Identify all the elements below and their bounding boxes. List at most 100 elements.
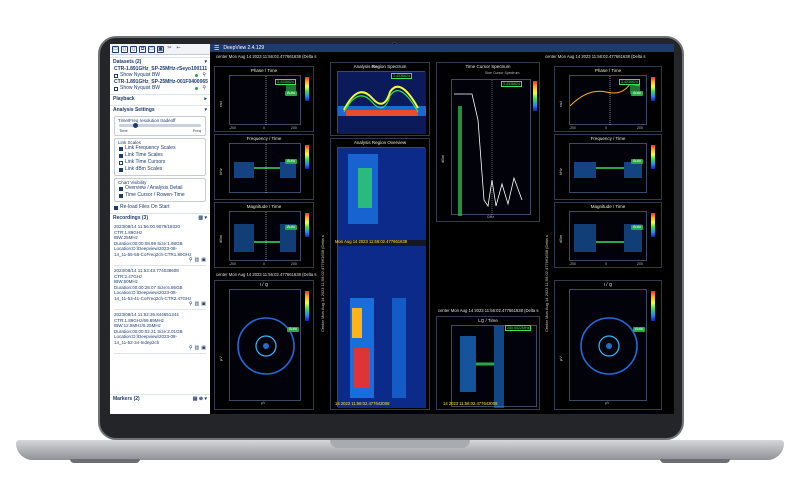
slider-thumb[interactable] [133,123,138,128]
folder-icon[interactable]: ▭ [112,45,119,53]
colorbar [533,81,537,111]
right-frequency-plot[interactable]: Frequency / Time Auto kHz [554,134,662,200]
tradeoff-slider[interactable] [119,123,201,128]
time-cursor-rowen-time[interactable]: Time Cursor / Rowen-Time [115,192,205,199]
folder-open-icon[interactable]: ▭ [148,45,155,53]
link-dbm-scales[interactable]: Link dBm Scales [115,166,205,173]
link-time-scales[interactable]: Link Time Scales [115,152,205,159]
search-icon[interactable]: ⚲ [189,345,193,351]
analysis-spectrum-plot[interactable]: Analysis Region Spectrum 3.4336624 GHz [330,62,430,136]
overview-analysis-detail[interactable]: Overview / Analysis Detail [115,185,205,192]
plot-area[interactable] [569,289,647,401]
value-badge: 3.4336624 [501,81,522,87]
app-title: DeepView 2.4.129 [223,45,265,51]
laptop-foot-right [660,459,730,463]
value-badge: 3.4336624 [391,73,412,79]
lq-trace [460,326,504,408]
delete-icon[interactable]: ▣ [201,301,206,307]
colorbar [651,291,655,321]
cursor-spectrum-trace [454,80,523,216]
checkbox[interactable] [119,193,123,198]
plot-area[interactable] [451,325,537,408]
cut-icon[interactable]: ✂ [166,45,173,53]
analysis-settings-header[interactable]: Analysis Settings ▾ [110,105,210,114]
checkbox[interactable] [119,146,123,151]
checkbox[interactable] [119,153,123,158]
plot-area[interactable] [337,71,426,134]
colorbar [305,291,309,321]
right-phase-plot[interactable]: Phase / Time 3.4336624 Auto rad -200 0 2… [554,66,662,132]
colorbar [651,77,655,101]
checkbox[interactable] [114,73,118,78]
left-phase-plot[interactable]: Phase / Time 3.4336624 Auto rad -200 0 2… [214,66,314,132]
show-nyquist-toggle[interactable]: Show Nyquist BW ⚲ [110,72,210,79]
markers-tools-icon[interactable]: ▤ ⊕ ▾ [193,396,207,402]
trash-icon[interactable]: ▥ [195,301,200,307]
recording-item[interactable]: 2023/08/14 11:56:00.9079/18320 CTR:1.89G… [114,224,206,266]
reload-files-toggle[interactable]: Re-load Files On Start [110,204,210,211]
back-icon[interactable]: ← [175,45,182,53]
left-magnitude-plot[interactable]: Magnitude / Time Auto dBm -200 0 200 [214,202,314,268]
center-timestamp: center Mon Aug 14 2023 11:56:02.47766163… [216,272,317,277]
value-badge: 3.4336624 [619,79,640,85]
waterfall-area[interactable] [337,147,426,408]
delete-icon[interactable]: ▣ [201,257,206,263]
checkbox[interactable] [119,160,123,165]
markers-header[interactable]: Markers (2) ▤ ⊕ ▾ [110,394,210,403]
checkbox[interactable] [119,186,123,191]
colorbar [651,213,655,237]
time-cursor-spectrum-plot[interactable]: Time Cursor Spectrum Sine Cursor Spectru… [436,62,540,222]
recording-item[interactable]: 2023/08/14 11:52:36.844651344 CTR:1.89GH… [114,312,206,354]
analysis-overview-plot[interactable]: Analysis Region Overview Mon Aug 14 2023… [330,138,430,410]
search-icon[interactable]: ⚲ [189,301,193,307]
file-icon[interactable]: ▯ [130,45,137,53]
plot-area[interactable] [569,143,647,193]
copy-icon[interactable]: ⧉ [139,45,146,53]
auto-button[interactable]: Auto [631,91,643,96]
checkbox[interactable] [119,167,123,172]
right-iq-plot[interactable]: I / Q Auto μV μV [554,280,662,410]
value-badge: 3.4336624 [275,79,296,85]
recording-item[interactable]: 2023/08/14 11:53:43.774038608 CTR:2.47GH… [114,268,206,310]
lq-time-plot[interactable]: LQ / Time 280.0022MHz 14 2023 11:56:02.4… [436,316,540,410]
auto-button[interactable]: Auto [285,225,297,230]
overview-cursor-timestamp: Mon Aug 14 2023 11:56:02.477661638 [335,239,408,244]
recordings-header[interactable]: Recordings (3) ▥ ▾ [110,213,210,222]
delete-icon[interactable]: ▣ [201,345,206,351]
plot-area[interactable] [569,211,647,261]
overview-bottom-timestamp: 14 2023 11:56:02.477643008 [335,401,390,406]
left-frequency-plot[interactable]: Frequency / Time Auto kHz [214,134,314,200]
colorbar [305,77,309,101]
datasets-header[interactable]: Datasets (2) ▾ [110,57,210,66]
plot-area[interactable] [229,143,301,194]
camera-icon[interactable]: ◙ [157,45,164,53]
magnitude-trace [574,224,642,252]
playback-header[interactable]: Playback ▸ [110,94,210,103]
right-magnitude-plot[interactable]: Magnitude / Time Auto dBm -200 0 200 [554,202,662,268]
checkbox[interactable] [114,205,118,210]
auto-button[interactable]: Auto [285,159,297,164]
left-iq-plot[interactable]: I / Q Auto μV μV [214,280,314,410]
plot-area[interactable] [229,289,301,401]
search-icon[interactable]: ⚲ [189,257,193,263]
link-frequency-scales[interactable]: Link Frequency Scales [115,145,205,152]
trash-icon[interactable]: ▥ [195,257,200,263]
show-nyquist-toggle[interactable]: Show Nyquist BW ⚲ [110,85,210,92]
file-icon[interactable]: ▯ [121,45,128,53]
auto-button[interactable]: Auto [633,327,645,332]
title-bar: ☰ DeepView 2.4.129 [210,44,674,52]
search-icon[interactable]: ⚲ [202,85,206,92]
checkbox[interactable] [114,86,118,91]
auto-button[interactable]: Auto [631,225,643,230]
auto-button[interactable]: Auto [631,159,643,164]
trash-icon[interactable]: ▥ ▾ [198,215,207,221]
auto-button[interactable]: Auto [285,91,297,96]
tradeoff-group: Time/Freq resolution tradeoff Time Freq [114,116,206,136]
plot-area[interactable] [451,79,531,216]
plot-area[interactable] [229,211,301,262]
link-time-cursors[interactable]: Link Time Cursors [115,159,205,166]
menu-icon[interactable]: ☰ [214,45,219,52]
search-icon[interactable]: ⚲ [202,72,206,79]
trash-icon[interactable]: ▥ [195,345,200,351]
auto-button[interactable]: Auto [287,327,299,332]
